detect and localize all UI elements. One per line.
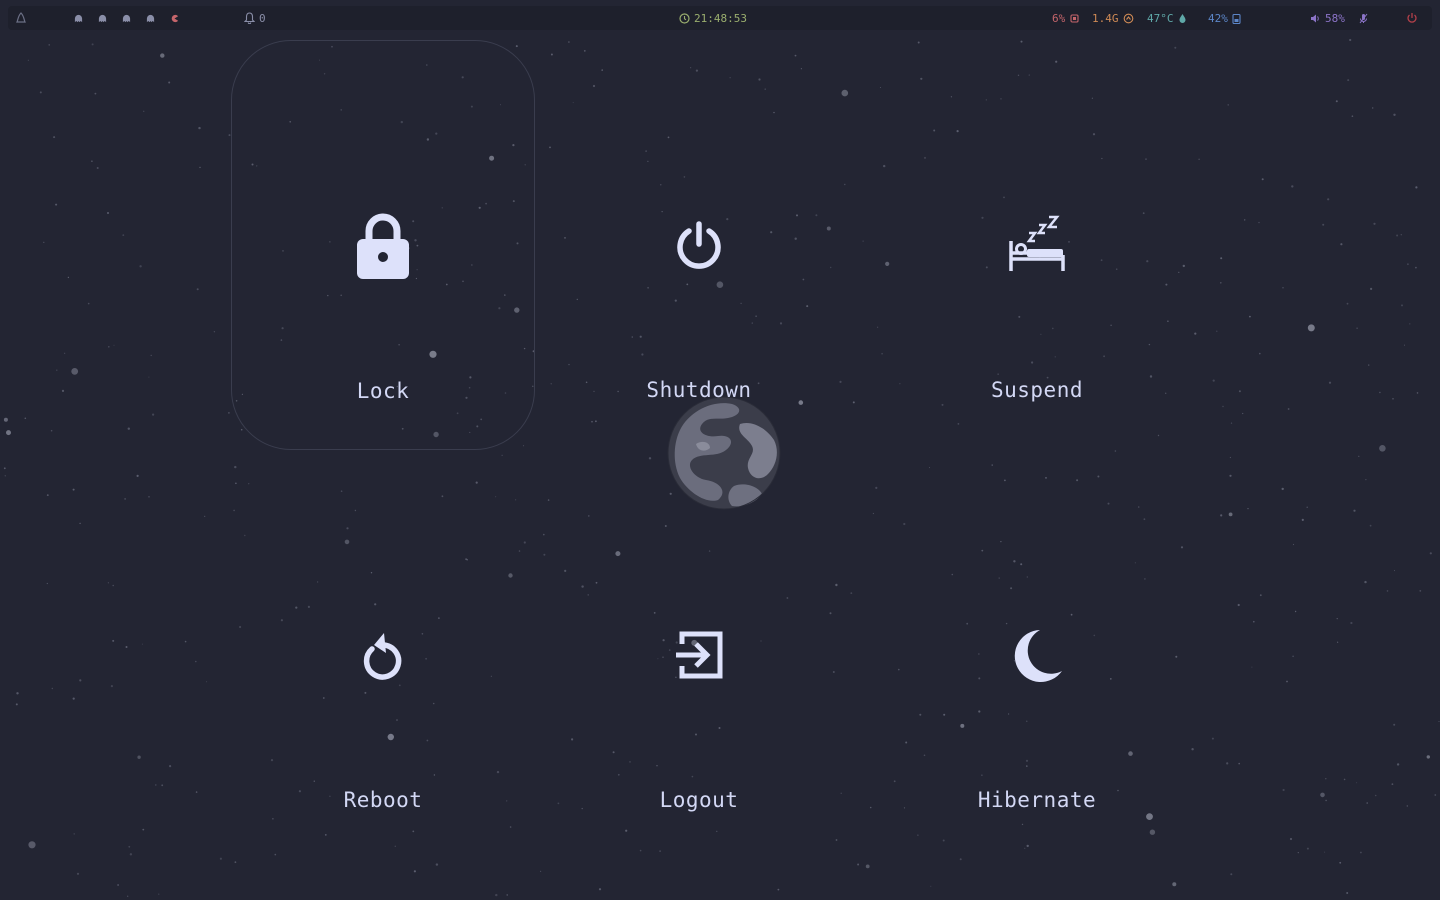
clock-icon [679,12,690,24]
shutdown-label: Shutdown [646,378,752,402]
temperature: 47°C [1147,11,1187,25]
workspace-2-ghost-icon[interactable] [98,14,107,23]
volume-icon [1311,14,1319,22]
cpu-icon [1070,13,1079,23]
microphone-icon[interactable] [1358,11,1369,25]
workspace-1-ghost-icon[interactable] [74,14,83,23]
suspend-label: Suspend [990,378,1083,402]
lock-label: Lock [356,379,410,403]
restart-icon [343,618,423,692]
notifications[interactable]: 0 [244,11,266,25]
battery: 42% [1208,11,1241,25]
battery-value: 42% [1208,11,1228,25]
hibernate-label: Hibernate [977,788,1097,812]
memory-value: 1.4G [1092,11,1119,25]
launcher-icon[interactable] [16,11,26,25]
power-menu-icon[interactable] [1406,11,1418,25]
cpu-value: 6% [1052,11,1066,25]
volume[interactable]: 58% [1310,11,1345,25]
suspend-option[interactable]: Suspend [887,40,1187,450]
sleeping-bed-icon [997,208,1077,282]
volume-value: 58% [1325,11,1345,25]
logout-label: Logout [659,788,739,812]
workspace-4-ghost-icon[interactable] [146,14,155,23]
lock-option[interactable]: Lock [231,40,535,450]
clock[interactable]: 21:48:53 [679,11,747,25]
notification-count: 0 [259,11,266,25]
clock-time: 21:48:53 [694,11,747,25]
cpu-usage: 6% [1052,11,1080,25]
battery-icon [1232,13,1241,24]
workspaces [74,11,179,25]
shutdown-option[interactable]: Shutdown [549,40,849,450]
hibernate-option[interactable]: Hibernate [887,450,1187,860]
active-workspace-pacman-icon[interactable] [170,14,179,23]
logout-icon [659,618,739,692]
lock-icon [343,209,423,283]
moon-icon [997,618,1077,692]
memory-icon [1123,13,1133,23]
temperature-value: 47°C [1147,11,1174,25]
top-status-bar: 0 21:48:53 6% 1.4G 47°C 42% 58% [8,6,1432,30]
reboot-label: Reboot [343,788,423,812]
memory-usage: 1.4G [1092,11,1134,25]
logout-option[interactable]: Logout [549,450,849,860]
power-icon [659,208,739,282]
bell-icon [244,12,255,24]
workspace-3-ghost-icon[interactable] [122,14,131,23]
droplet-icon [1179,13,1185,23]
reboot-option[interactable]: Reboot [231,450,535,860]
